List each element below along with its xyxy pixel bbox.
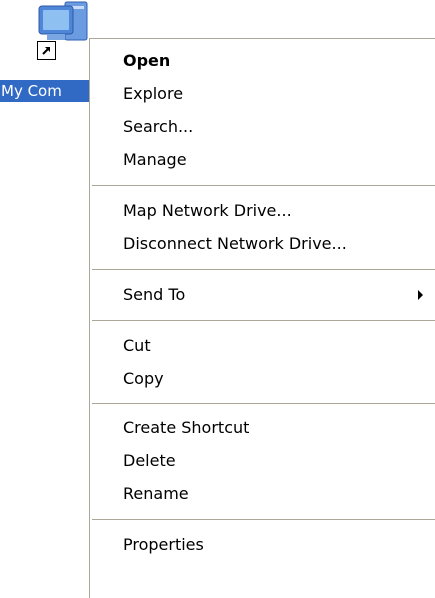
- shortcut-arrow-icon: [37, 41, 56, 60]
- menu-item-search[interactable]: Search...: [90, 110, 435, 143]
- my-computer-desktop-icon[interactable]: My Com: [0, 0, 120, 110]
- menu-separator: [92, 185, 435, 186]
- menu-item-manage[interactable]: Manage: [90, 143, 435, 176]
- menu-item-send-to[interactable]: Send To: [90, 278, 435, 311]
- menu-item-explore[interactable]: Explore: [90, 77, 435, 110]
- menu-item-map-network-drive[interactable]: Map Network Drive...: [90, 194, 435, 227]
- menu-separator: [92, 320, 435, 321]
- menu-separator: [92, 403, 435, 404]
- menu-item-disconnect-network-drive[interactable]: Disconnect Network Drive...: [90, 227, 435, 260]
- my-computer-icon: [38, 1, 88, 41]
- menu-item-properties[interactable]: Properties: [90, 528, 435, 561]
- menu-item-create-shortcut[interactable]: Create Shortcut: [90, 411, 435, 444]
- menu-separator: [92, 269, 435, 270]
- menu-item-send-to-label: Send To: [123, 285, 186, 304]
- menu-item-cut[interactable]: Cut: [90, 329, 435, 362]
- menu-separator: [92, 519, 435, 520]
- menu-item-open[interactable]: Open: [90, 44, 435, 77]
- context-menu: Open Explore Search... Manage Map Networ…: [89, 38, 435, 598]
- menu-item-rename[interactable]: Rename: [90, 477, 435, 510]
- submenu-arrow-icon: [418, 290, 423, 300]
- menu-item-copy[interactable]: Copy: [90, 362, 435, 395]
- menu-item-delete[interactable]: Delete: [90, 444, 435, 477]
